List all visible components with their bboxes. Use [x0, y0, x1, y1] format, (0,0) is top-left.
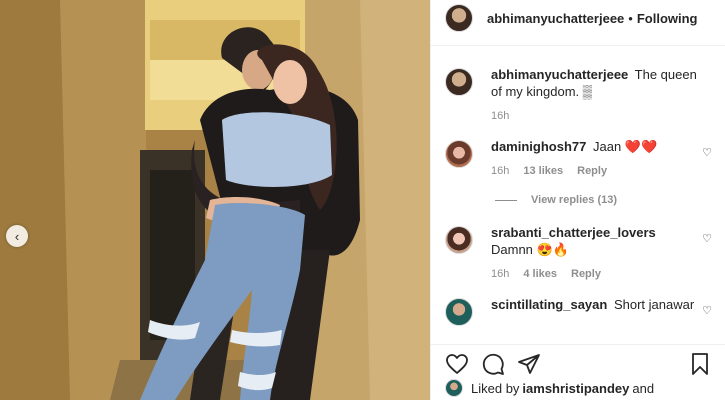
comment-time[interactable]: 16h [491, 268, 509, 280]
liked-by-suffix: and [632, 380, 655, 396]
bookmark-icon[interactable] [688, 352, 712, 376]
comment-icon[interactable] [481, 352, 505, 376]
comment-item: scintillating_sayan Short janawar [445, 296, 720, 326]
comments-list[interactable]: abhimanyuchatterjeee The queen of my kin… [431, 54, 725, 344]
author-avatar[interactable] [445, 4, 473, 32]
comment-username[interactable]: scintillating_sayan [491, 297, 607, 312]
caption-emoji: ▒ [582, 84, 592, 99]
commenter-avatar[interactable] [445, 298, 473, 326]
caption-time[interactable]: 16h [491, 110, 509, 122]
chevron-left-icon[interactable]: ‹ [6, 225, 28, 247]
comment-emoji: 😍🔥 [536, 242, 569, 257]
liker-avatar[interactable] [445, 379, 463, 397]
comment-heart-icon[interactable]: ♡ [702, 233, 712, 245]
view-replies-label: View replies (13) [531, 194, 618, 206]
actions-divider [431, 344, 725, 345]
post-photo[interactable]: ‹ [0, 0, 430, 400]
replies-line [495, 199, 517, 201]
header-separator: • [628, 10, 633, 26]
view-replies-button[interactable]: View replies (13) [495, 194, 617, 206]
comment-text: Jaan [592, 139, 622, 154]
comment-text: Short janawar [613, 297, 695, 312]
caption-comment: abhimanyuchatterjeee The queen of my kin… [445, 66, 720, 122]
post-side-panel: abhimanyuchatterjeee • Following abhiman… [430, 0, 725, 400]
author-username[interactable]: abhimanyuchatterjeee [487, 11, 624, 26]
header-divider [431, 45, 725, 46]
caption-username[interactable]: abhimanyuchatterjeee [491, 67, 628, 82]
comment-heart-icon[interactable]: ♡ [702, 147, 712, 159]
commenter-avatar[interactable] [445, 226, 473, 254]
comment-emoji: ❤️❤️ [624, 139, 658, 154]
comment-heart-icon[interactable]: ♡ [702, 305, 712, 317]
comment-username[interactable]: srabanti_chatterjee_lovers [491, 225, 656, 240]
liked-by-user[interactable]: iamshristipandey [522, 381, 629, 396]
comment-item: srabanti_chatterjee_lovers Damnn 😍🔥 16h … [445, 224, 720, 280]
comment-likes[interactable]: 4 likes [523, 268, 557, 280]
liked-by-prefix: Liked by [471, 380, 520, 396]
comment-item: daminighosh77 Jaan ❤️❤️ 16h 13 likes Rep… [445, 138, 720, 177]
commenter-avatar[interactable] [445, 140, 473, 168]
following-button[interactable]: Following [637, 11, 698, 26]
heart-icon[interactable] [445, 352, 469, 376]
comment-username[interactable]: daminighosh77 [491, 139, 586, 154]
post-header: abhimanyuchatterjeee • Following [431, 0, 725, 36]
liked-by-row: Liked by iamshristipandey and [445, 378, 654, 398]
comment-likes[interactable]: 13 likes [523, 165, 563, 177]
comment-time[interactable]: 16h [491, 165, 509, 177]
caption-avatar[interactable] [445, 68, 473, 96]
comment-reply-button[interactable]: Reply [571, 268, 601, 280]
action-bar [431, 348, 725, 378]
paper-plane-icon[interactable] [517, 352, 541, 376]
comment-reply-button[interactable]: Reply [577, 165, 607, 177]
comment-text: Damnn [491, 242, 533, 257]
photo-image [0, 0, 430, 400]
